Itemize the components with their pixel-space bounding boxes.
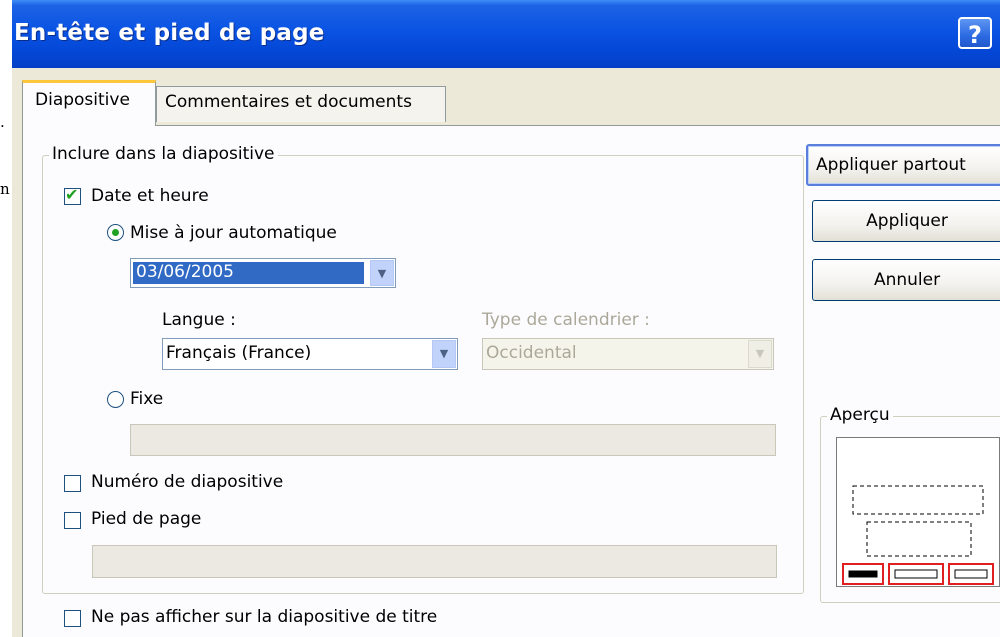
tab-notes-handouts[interactable]: Commentaires et documents xyxy=(156,86,446,122)
fixed-label: Fixe xyxy=(130,389,164,409)
background-text-char: n xyxy=(0,180,10,198)
slide-number-checkbox[interactable] xyxy=(64,475,81,492)
footer-label: Pied de page xyxy=(91,509,202,529)
tab-label: Diapositive xyxy=(35,90,130,110)
title-bar[interactable]: En-tête et pied de page ? xyxy=(12,0,1000,68)
date-time-checkbox[interactable] xyxy=(64,185,81,205)
help-button[interactable]: ? xyxy=(958,17,992,49)
fixed-radio[interactable] xyxy=(107,391,124,408)
date-format-select[interactable]: 03/06/2005 ▼ xyxy=(130,258,396,288)
background-text-char: . xyxy=(0,113,5,131)
chevron-down-icon[interactable]: ▼ xyxy=(432,340,456,368)
calendar-type-select[interactable]: Occidental ▼ xyxy=(482,338,774,370)
apply-button[interactable]: Appliquer xyxy=(812,200,1000,242)
language-select[interactable]: Français (France) ▼ xyxy=(162,338,458,370)
cancel-button[interactable]: Annuler xyxy=(812,259,1000,301)
auto-update-radio[interactable] xyxy=(107,224,124,241)
footer-checkbox[interactable] xyxy=(64,512,81,529)
calendar-type-label: Type de calendrier : xyxy=(482,310,650,330)
auto-update-label: Mise à jour automatique xyxy=(130,223,337,243)
date-time-label: Date et heure xyxy=(91,186,209,206)
preview-legend: Aperçu xyxy=(827,405,893,425)
fixed-date-field[interactable] xyxy=(130,424,776,456)
slide-preview xyxy=(836,437,1000,587)
slide-layout-thumbnail xyxy=(842,485,994,585)
chevron-down-icon[interactable]: ▼ xyxy=(748,340,772,368)
apply-to-all-button[interactable]: Appliquer partout xyxy=(806,144,1000,186)
header-footer-dialog: En-tête et pied de page ? Commentaires e… xyxy=(12,0,1000,637)
hide-on-title-slide-label: Ne pas afficher sur la diapositive de ti… xyxy=(91,607,438,627)
hide-on-title-slide-checkbox[interactable] xyxy=(64,610,81,627)
dialog-title: En-tête et pied de page xyxy=(14,20,325,46)
date-value: 03/06/2005 xyxy=(133,262,364,284)
slide-number-label: Numéro de diapositive xyxy=(91,472,284,492)
language-value: Français (France) xyxy=(166,343,312,363)
language-label: Langue : xyxy=(162,310,236,330)
tab-slide[interactable]: Diapositive xyxy=(22,80,156,126)
group-legend: Inclure dans la diapositive xyxy=(49,144,278,164)
tab-label: Commentaires et documents xyxy=(165,92,412,112)
calendar-type-value: Occidental xyxy=(486,343,577,363)
chevron-down-icon[interactable]: ▼ xyxy=(370,260,394,286)
footer-text-field[interactable] xyxy=(92,545,777,578)
